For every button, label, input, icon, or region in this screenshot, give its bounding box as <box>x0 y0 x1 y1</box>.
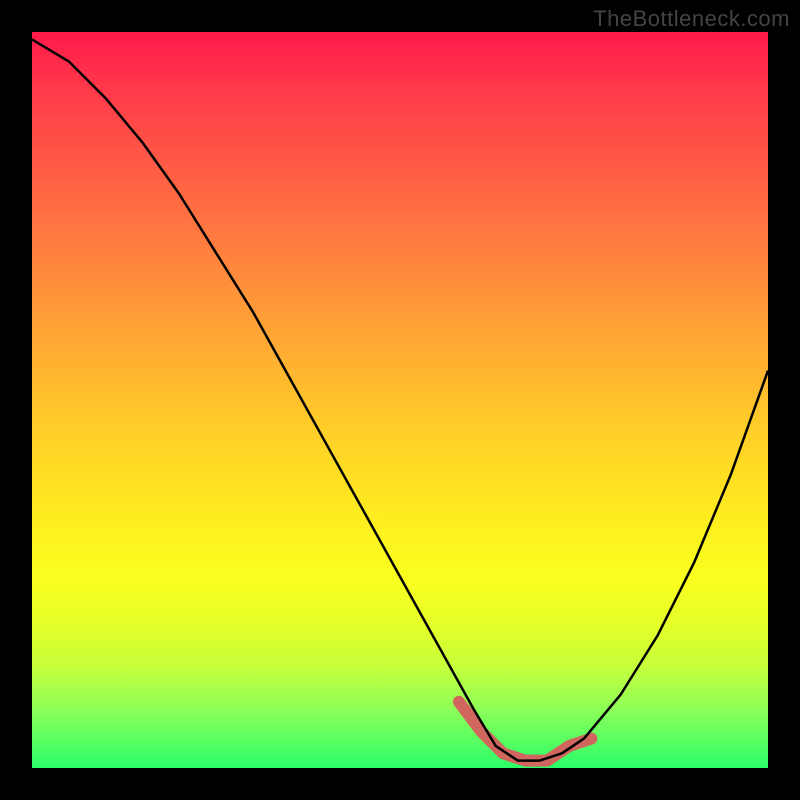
curve-svg <box>32 32 768 768</box>
bottleneck-chart: TheBottleneck.com <box>0 0 800 800</box>
watermark-text: TheBottleneck.com <box>593 6 790 32</box>
highlight-segment <box>459 702 592 761</box>
plot-area <box>32 32 768 768</box>
bottleneck-curve-line <box>32 39 768 760</box>
